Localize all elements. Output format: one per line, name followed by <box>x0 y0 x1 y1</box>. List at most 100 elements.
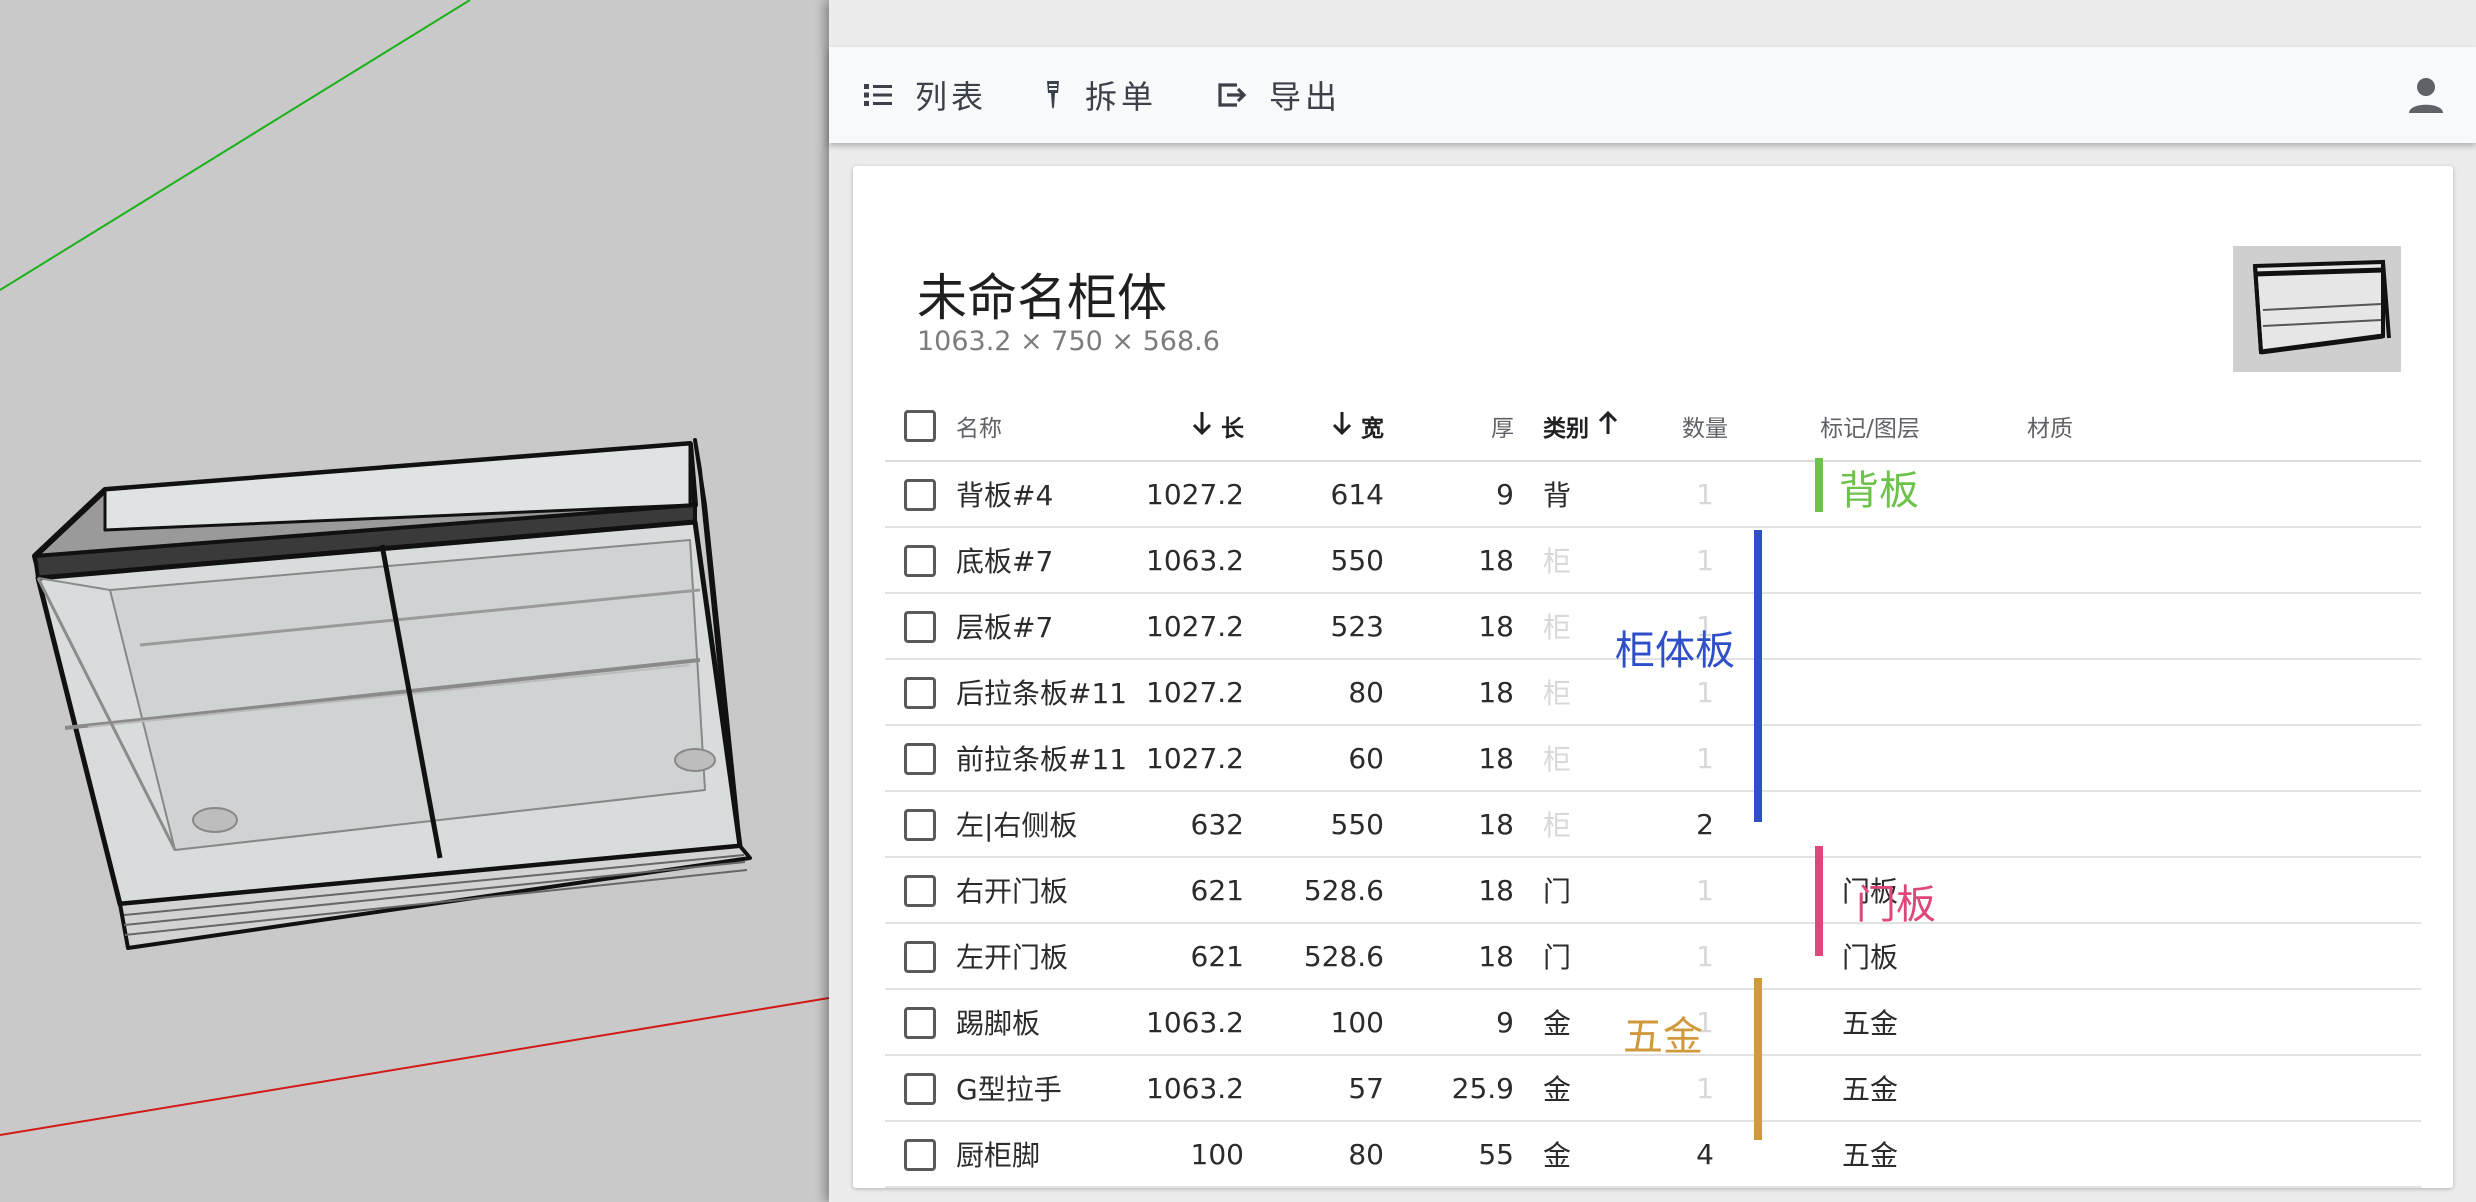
part-tag <box>1785 791 1955 858</box>
col-length[interactable]: 长 <box>1090 392 1245 462</box>
part-material <box>1955 659 2421 726</box>
cabinet-thumbnail-image <box>2252 259 2391 355</box>
part-name: 左开门板 <box>955 923 1090 990</box>
part-length: 1063.2 <box>1090 527 1245 594</box>
part-category: 门 <box>1515 923 1625 990</box>
cabinet-thumbnail[interactable] <box>2233 246 2401 372</box>
part-qty: 1 <box>1625 857 1785 924</box>
part-tag: 五金 <box>1785 1121 1955 1188</box>
part-name: 前拉条板#11 <box>955 725 1127 792</box>
export-label: 导出 <box>1269 78 1342 116</box>
table-row[interactable]: 底板#7 1063.2 550 18 柜 1 <box>885 527 2421 594</box>
cabinet-panel-annotation: 柜体板 <box>1615 628 1735 674</box>
row-checkbox-cell <box>885 923 955 990</box>
part-category: 金 <box>1515 1055 1625 1122</box>
part-thickness: 25.9 <box>1385 1055 1515 1122</box>
row-checkbox-cell <box>885 791 955 858</box>
export-button[interactable]: 导出 <box>1217 69 1341 121</box>
row-checkbox-cell <box>885 1121 955 1188</box>
split-button[interactable]: 拆单 <box>1043 69 1157 121</box>
part-name: G型拉手 <box>955 1055 1090 1122</box>
table-row[interactable]: 背板#4 1027.2 614 9 背 1 <box>885 461 2421 528</box>
col-tag[interactable]: 标记/图层 <box>1785 392 1955 462</box>
part-tag <box>1785 593 1955 660</box>
row-checkbox[interactable] <box>904 1139 936 1171</box>
list-button[interactable]: 列表 <box>863 69 987 121</box>
part-tag: 五金 <box>1785 989 1955 1056</box>
col-thickness[interactable]: 厚 <box>1385 392 1515 462</box>
part-length: 632 <box>1090 791 1245 858</box>
hardware-bar <box>1754 978 1762 1140</box>
table-row[interactable]: 左|右侧板 632 550 18 柜 2 <box>885 791 2421 858</box>
row-checkbox-cell <box>885 725 955 792</box>
part-name: 踢脚板 <box>955 989 1090 1056</box>
part-thickness: 18 <box>1385 725 1515 792</box>
part-thickness: 18 <box>1385 593 1515 660</box>
part-length: 1063.2 <box>1090 1055 1245 1122</box>
part-width: 100 <box>1245 989 1385 1056</box>
row-checkbox[interactable] <box>904 479 936 511</box>
part-thickness: 18 <box>1385 923 1515 990</box>
row-checkbox[interactable] <box>904 743 936 775</box>
select-all-checkbox[interactable] <box>904 410 936 442</box>
table-row[interactable]: 前拉条板#11 1027.2 60 18 柜 1 <box>885 725 2421 792</box>
toolbar: 列表 拆单 导出 <box>829 47 2476 143</box>
door-panel-bar <box>1815 846 1823 956</box>
row-checkbox[interactable] <box>904 611 936 643</box>
col-width[interactable]: 宽 <box>1245 392 1385 462</box>
row-checkbox-cell <box>885 989 955 1056</box>
cabinet-body <box>32 438 752 950</box>
arrow-up-icon <box>1598 410 1618 434</box>
col-category[interactable]: 类别 <box>1515 392 1625 462</box>
part-length: 100 <box>1090 1121 1245 1188</box>
green-axis <box>0 0 471 291</box>
part-category: 柜 <box>1515 659 1625 726</box>
row-checkbox[interactable] <box>904 677 936 709</box>
col-qty[interactable]: 数量 <box>1625 392 1785 462</box>
row-checkbox[interactable] <box>904 545 936 577</box>
col-material[interactable]: 材质 <box>1955 392 2421 462</box>
part-thickness: 9 <box>1385 989 1515 1056</box>
part-width: 80 <box>1245 659 1385 726</box>
row-checkbox[interactable] <box>904 1007 936 1039</box>
part-material <box>1955 989 2421 1056</box>
cabinet-3d-model[interactable] <box>0 0 829 1202</box>
row-checkbox[interactable] <box>904 941 936 973</box>
part-category: 金 <box>1515 989 1625 1056</box>
cabinet-panel-bar <box>1754 530 1762 822</box>
part-name: 厨柜脚 <box>955 1121 1090 1188</box>
part-width: 614 <box>1245 461 1385 528</box>
part-name: 层板#7 <box>955 593 1090 660</box>
part-name: 右开门板 <box>955 857 1090 924</box>
table-row[interactable]: 厨柜脚 100 80 55 金 4 五金 <box>885 1121 2421 1188</box>
row-checkbox[interactable] <box>904 875 936 907</box>
part-category: 金 <box>1515 1121 1625 1188</box>
part-qty: 1 <box>1625 461 1785 528</box>
parts-table-body: 背板#4 1027.2 614 9 背 1 底板#7 1063.2 550 18 柜 1 层板#7 102… <box>885 461 2421 1188</box>
part-thickness: 18 <box>1385 857 1515 924</box>
red-axis <box>0 997 829 1136</box>
back-panel-annotation: 背板 <box>1839 468 1919 514</box>
part-material <box>1955 527 2421 594</box>
row-checkbox[interactable] <box>904 1073 936 1105</box>
back-panel-bar <box>1815 458 1823 512</box>
part-width: 550 <box>1245 791 1385 858</box>
part-width: 80 <box>1245 1121 1385 1188</box>
col-name[interactable]: 名称 <box>955 392 1090 462</box>
part-thickness: 18 <box>1385 791 1515 858</box>
list-icon <box>864 84 892 106</box>
part-material <box>1955 791 2421 858</box>
table-row[interactable]: 左开门板 621 528.6 18 门 1 门板 <box>885 923 2421 990</box>
part-category: 门 <box>1515 857 1625 924</box>
part-tag <box>1785 659 1955 726</box>
table-row[interactable]: G型拉手 1063.2 57 25.9 金 1 五金 <box>885 1055 2421 1122</box>
select-all-cell <box>885 392 955 462</box>
table-row[interactable]: 右开门板 621 528.6 18 门 1 门板 <box>885 857 2421 924</box>
part-width: 523 <box>1245 593 1385 660</box>
user-icon[interactable] <box>2406 75 2446 115</box>
part-name: 底板#7 <box>955 527 1090 594</box>
row-checkbox-cell <box>885 659 955 726</box>
row-checkbox[interactable] <box>904 809 936 841</box>
part-material <box>1955 857 2421 924</box>
3d-viewport[interactable] <box>0 0 829 1202</box>
